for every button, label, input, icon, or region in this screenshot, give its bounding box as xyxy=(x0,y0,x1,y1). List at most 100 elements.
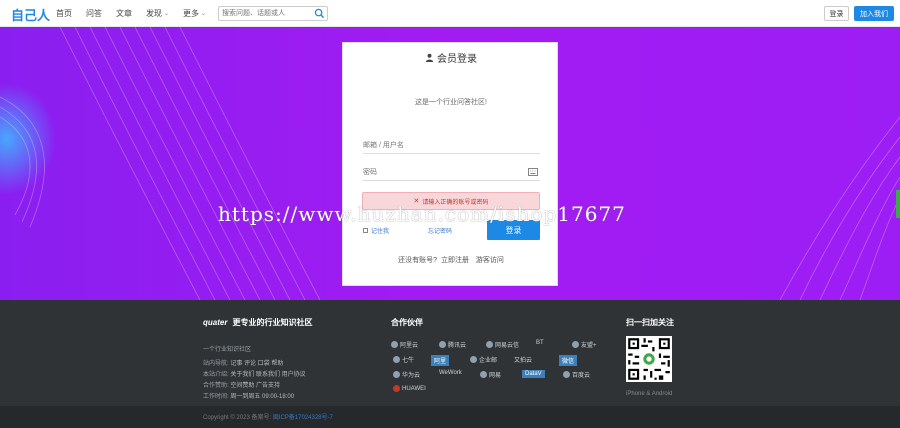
remember-checkbox[interactable] xyxy=(363,228,368,233)
nav-articles-label: 文章 xyxy=(116,9,132,18)
login-subtitle: 这是一个行业问答社区! xyxy=(415,99,487,106)
partner-name: 阿里云 xyxy=(400,343,419,349)
partner-logo[interactable]: 百度云 xyxy=(563,370,590,379)
guest-link[interactable]: 游客访问 xyxy=(476,257,504,264)
top-navbar: 自己人 首页 问答 文章 发现⌄ 更多⌄ 登录 加入我们 xyxy=(0,0,900,27)
password-field xyxy=(363,165,540,181)
nav-more-label: 更多 xyxy=(183,9,200,18)
keyboard-icon[interactable] xyxy=(528,168,538,176)
nav-articles[interactable]: 文章 xyxy=(116,8,132,19)
footer-row-about: 本站介绍: 关于我们 联系我们 用户协议 xyxy=(203,369,306,378)
nav-more[interactable]: 更多 ⌄ xyxy=(183,8,206,19)
username-field xyxy=(363,138,540,154)
partner-logo[interactable]: BT xyxy=(536,340,544,346)
partner-logo[interactable]: 企业邮 xyxy=(470,355,497,364)
partner-logo[interactable]: 网易 xyxy=(480,370,501,379)
partner-name: 阿里 xyxy=(434,359,447,365)
cloud-icon xyxy=(439,341,446,348)
partner-logo[interactable]: HUAWEI xyxy=(393,385,426,392)
partner-logo[interactable]: 阿里 xyxy=(431,355,450,366)
nav-discover[interactable]: 发现 ⌄ xyxy=(146,8,169,19)
partner-name: DataV xyxy=(525,371,542,377)
user-icon xyxy=(425,53,434,62)
site-logo[interactable]: 自己人 xyxy=(11,5,50,24)
flower-icon xyxy=(393,385,400,392)
nav-questions[interactable]: 问答 xyxy=(86,8,102,19)
nav-discover-label: 发现 xyxy=(146,9,162,18)
cloud-icon xyxy=(391,341,398,348)
site-footer: quater 更专业的行业知识社区 一个行业知识社区 站内导航: 记事 评论 口… xyxy=(0,300,900,406)
nav-home-label: 首页 xyxy=(56,9,72,18)
cloud-icon xyxy=(393,371,400,378)
footer-logo: quater xyxy=(203,318,228,327)
search-icon[interactable] xyxy=(314,8,325,19)
register-link[interactable]: 立即注册 xyxy=(441,257,469,264)
footer-row-links: 周一到周五 09:00-18:00 xyxy=(230,394,295,400)
chevron-down-icon: ⌄ xyxy=(201,11,207,17)
watermark-text: https://www.huzhan.com/ishop17677 xyxy=(218,202,626,226)
footer-row-label: 站内导航: xyxy=(203,361,229,367)
login-title: 会员登录 xyxy=(343,50,559,65)
partner-name: 微信 xyxy=(562,359,575,365)
partner-logo[interactable]: WeWork xyxy=(439,370,462,376)
remember-label: 记住我 xyxy=(371,229,390,235)
chevron-down-icon: ⌄ xyxy=(164,11,170,17)
partner-logo[interactable]: 七牛 xyxy=(393,355,414,364)
login-title-text: 会员登录 xyxy=(437,54,477,65)
partner-logo[interactable]: 网易云信 xyxy=(486,340,519,349)
forgot-password-link[interactable]: 忘记密码 xyxy=(428,226,452,235)
partner-logo[interactable]: 又拍云 xyxy=(514,355,532,364)
footer-row-links[interactable]: 空间赞助 广告支持 xyxy=(230,383,280,389)
icp-link[interactable]: 闽ICP备17024328号-7 xyxy=(273,415,333,421)
partner-logo[interactable]: 华为云 xyxy=(393,370,420,379)
footer-row-label: 工作时间: xyxy=(203,394,229,400)
partner-logo[interactable]: DataV xyxy=(522,370,545,378)
username-input[interactable] xyxy=(363,138,523,152)
join-button[interactable]: 加入我们 xyxy=(854,6,894,21)
partner-name: 网易 xyxy=(489,373,502,379)
remember-me[interactable]: 记住我 xyxy=(363,226,389,235)
partner-name: HUAWEI xyxy=(402,385,426,392)
login-button[interactable]: 登录 xyxy=(824,6,849,21)
footer-row-hours: 工作时间: 周一到周五 09:00-18:00 xyxy=(203,391,294,400)
qr-title: 扫一扫加关注 xyxy=(626,318,674,327)
footer-row-links[interactable]: 关于我们 联系我们 用户协议 xyxy=(230,372,305,378)
footer-tagline: 一个行业知识社区 xyxy=(203,347,252,353)
footer-slogan: 更专业的行业知识社区 xyxy=(232,318,313,327)
register-row: 还没有账号? 立即注册 游客访问 xyxy=(343,255,559,265)
main-nav: 首页 问答 文章 发现 ⌄ 更多 ⌄ xyxy=(56,0,220,27)
login-card: 会员登录 这是一个行业问答社区! ✕ 请输入正确的账号或密码 记住我 忘记密码 … xyxy=(342,42,558,286)
copyright-text: Copyright © 2023 备案号: 闽ICP备17024328号-7 xyxy=(203,412,333,421)
footer-row-links[interactable]: 记事 评论 口袋 帮助 xyxy=(230,361,283,367)
footer-row-label: 本站介绍: xyxy=(203,372,229,378)
partner-name: 网易云信 xyxy=(495,343,520,349)
nav-questions-label: 问答 xyxy=(86,9,102,18)
partner-logo[interactable]: 微信 xyxy=(559,355,578,366)
partner-logo[interactable]: 腾讯云 xyxy=(439,340,466,349)
partner-name: 华为云 xyxy=(402,373,421,379)
partner-name: 又拍云 xyxy=(514,358,533,364)
partner-name: 企业邮 xyxy=(479,358,498,364)
cloud-icon xyxy=(563,371,570,378)
footer-brand: quater 更专业的行业知识社区 xyxy=(203,317,312,328)
search-input[interactable] xyxy=(222,8,312,19)
footer-row-label: 合作赞助: xyxy=(203,383,229,389)
cloud-icon xyxy=(486,341,493,348)
qr-code xyxy=(626,336,672,382)
no-account-text: 还没有账号? xyxy=(398,257,437,264)
cloud-icon xyxy=(480,371,487,378)
qr-caption: iPhone & Android xyxy=(626,391,673,397)
partner-logo[interactable]: 阿里云 xyxy=(391,340,418,349)
partners-title: 合作伙伴 xyxy=(391,318,423,327)
footer-row-sponsor: 合作赞助: 空间赞助 广告支持 xyxy=(203,380,280,389)
search-box xyxy=(218,6,328,21)
side-scroll-tab[interactable] xyxy=(896,190,900,218)
password-input[interactable] xyxy=(363,165,523,179)
footer-row-nav: 站内导航: 记事 评论 口袋 帮助 xyxy=(203,358,283,367)
partner-name: 腾讯云 xyxy=(448,343,467,349)
partner-name: 友盟+ xyxy=(581,343,597,349)
partner-name: BT xyxy=(536,340,544,346)
partner-logo[interactable]: 友盟+ xyxy=(572,340,597,349)
nav-home[interactable]: 首页 xyxy=(56,8,72,19)
copyright-bar: Copyright © 2023 备案号: 闽ICP备17024328号-7 xyxy=(0,406,900,428)
